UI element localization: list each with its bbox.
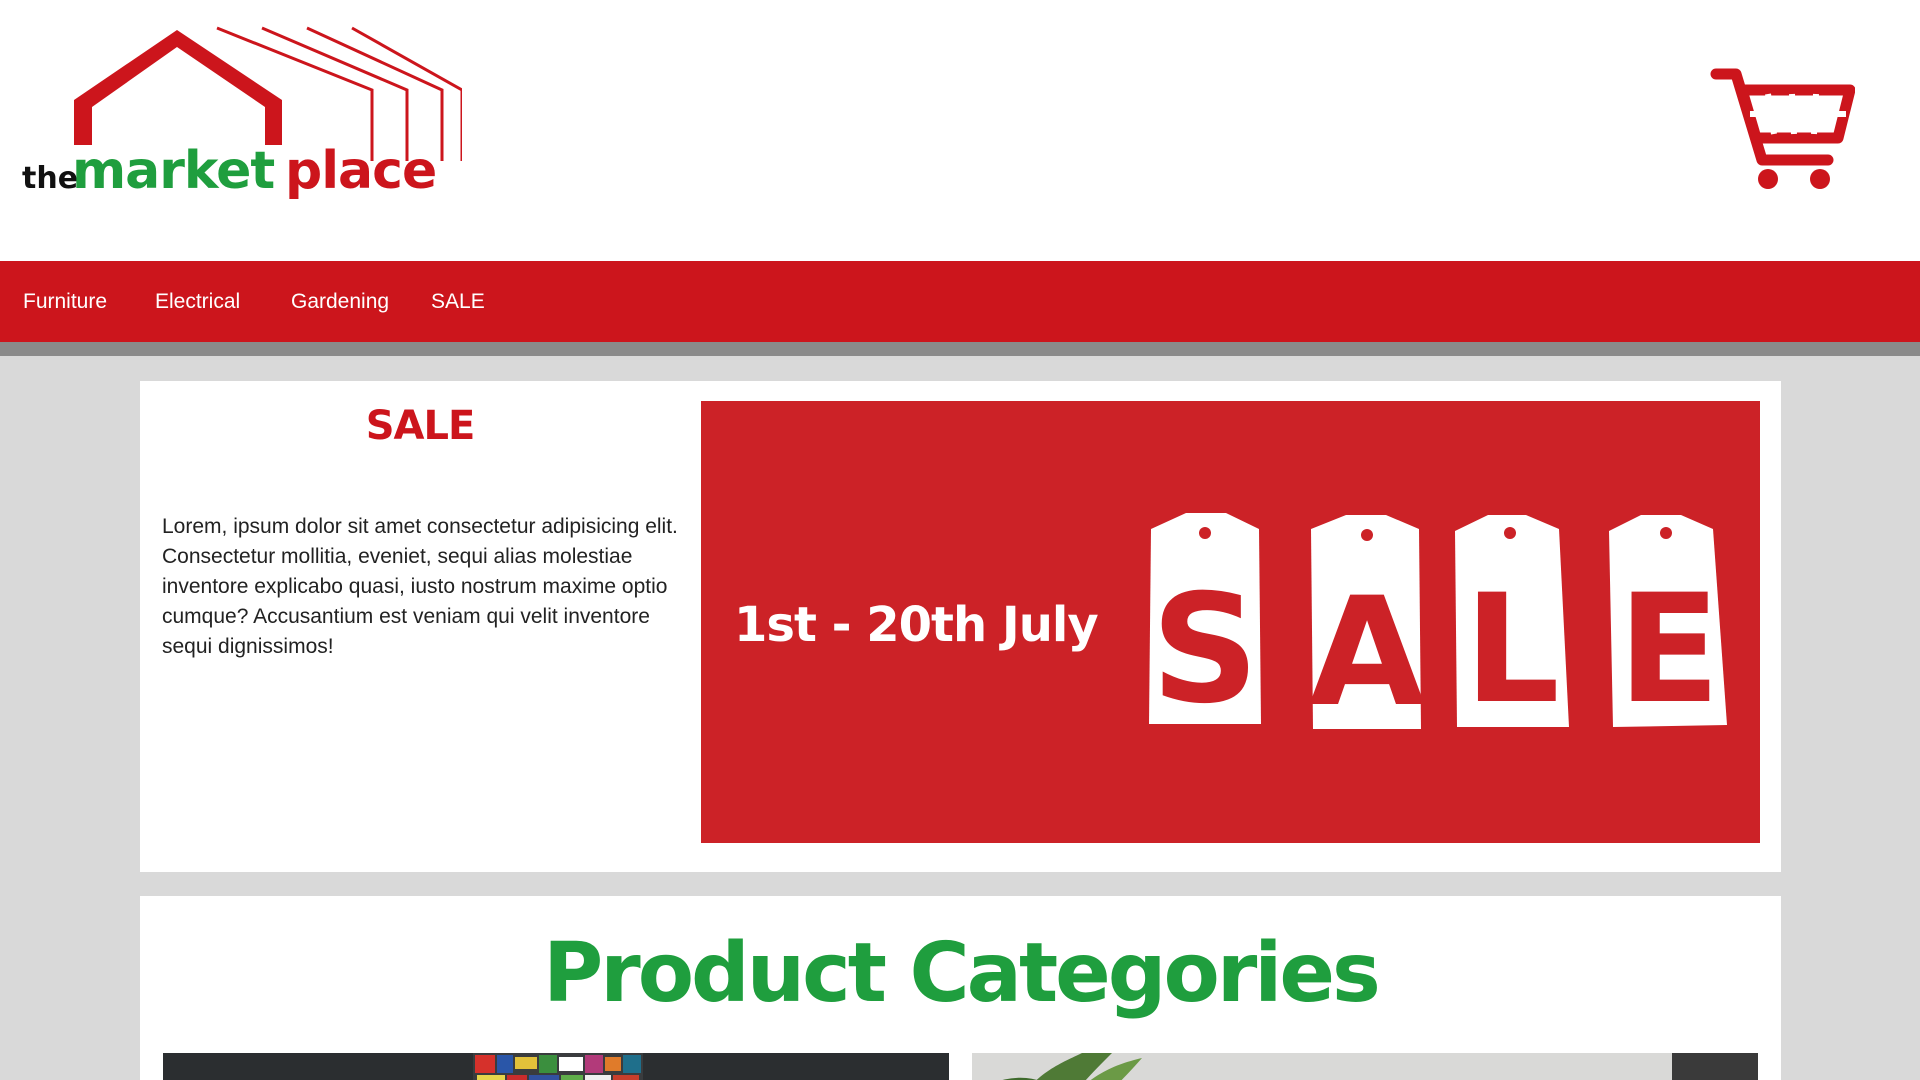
sale-card: SALE Lorem, ipsum dolor sit amet consect…: [140, 381, 1781, 872]
sale-tag-s: S: [1149, 513, 1261, 737]
shopping-cart-icon[interactable]: [1710, 68, 1855, 196]
sale-description: Lorem, ipsum dolor sit amet consectetur …: [162, 515, 678, 658]
sale-banner-image[interactable]: 1st - 20th July S A L E: [701, 401, 1760, 843]
nav-item-electrical[interactable]: Electrical: [155, 261, 240, 342]
sale-tag-l: L: [1455, 515, 1569, 737]
category-image-gardening[interactable]: [972, 1053, 1758, 1080]
site-header: the market place: [0, 0, 1920, 261]
sale-tag-e: E: [1609, 515, 1727, 737]
product-categories-title: Product Categories: [543, 926, 1381, 1021]
sale-tag-a: A: [1309, 515, 1425, 740]
nav-divider: [0, 342, 1920, 356]
banner-dates: 1st - 20th July: [734, 597, 1098, 653]
product-categories-card: Product Categories: [140, 896, 1781, 1080]
svg-text:place: place: [285, 141, 436, 201]
category-image-furniture[interactable]: [163, 1053, 949, 1080]
svg-text:S: S: [1151, 563, 1259, 737]
nav-item-furniture[interactable]: Furniture: [23, 261, 107, 342]
svg-text:the: the: [22, 161, 78, 196]
svg-text:L: L: [1464, 563, 1560, 737]
nav-item-gardening[interactable]: Gardening: [291, 261, 389, 342]
svg-text:E: E: [1618, 563, 1720, 737]
sale-heading: SALE: [365, 403, 476, 449]
svg-text:market: market: [72, 141, 274, 201]
nav-item-sale[interactable]: SALE: [431, 261, 485, 342]
main-nav: Furniture Electrical Gardening SALE: [0, 261, 1920, 342]
svg-text:A: A: [1309, 566, 1425, 740]
marketplace-logo[interactable]: the market place: [22, 25, 462, 210]
